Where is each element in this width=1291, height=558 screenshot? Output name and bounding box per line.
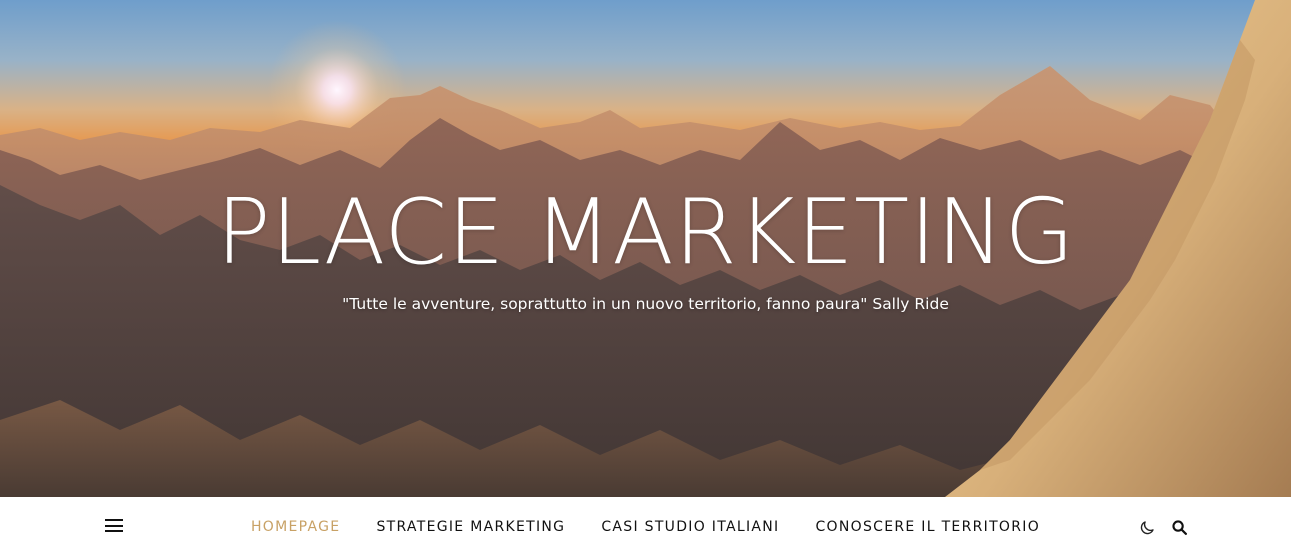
- nav-menu: HOMEPAGE STRATEGIE MARKETING CASI STUDIO…: [0, 497, 1291, 558]
- moon-icon[interactable]: [1138, 519, 1156, 537]
- nav-item-casi-studio-italiani[interactable]: CASI STUDIO ITALIANI: [601, 497, 779, 558]
- search-icon[interactable]: [1171, 519, 1188, 536]
- site-tagline: "Tutte le avventure, soprattutto in un n…: [342, 295, 949, 313]
- nav-item-conoscere-il-territorio[interactable]: CONOSCERE IL TERRITORIO: [815, 497, 1040, 558]
- header-hero: PLACE MARKETING "Tutte le avventure, sop…: [0, 0, 1291, 497]
- nav-item-homepage[interactable]: HOMEPAGE: [251, 497, 340, 558]
- nav-item-strategie-marketing[interactable]: STRATEGIE MARKETING: [376, 497, 565, 558]
- site-title[interactable]: PLACE MARKETING: [0, 178, 1291, 288]
- main-navigation: HOMEPAGE STRATEGIE MARKETING CASI STUDIO…: [0, 497, 1291, 558]
